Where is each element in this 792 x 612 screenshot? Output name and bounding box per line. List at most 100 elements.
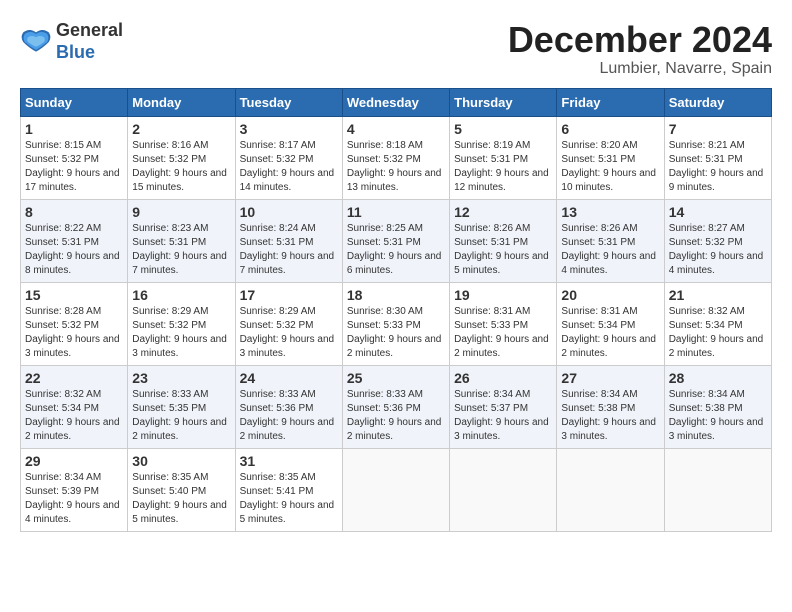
calendar-day-cell: 17 Sunrise: 8:29 AMSunset: 5:32 PMDayligh… <box>235 282 342 365</box>
day-info: Sunrise: 8:23 AMSunset: 5:31 PMDaylight:… <box>132 222 230 278</box>
day-info: Sunrise: 8:21 AMSunset: 5:31 PMDaylight:… <box>669 139 767 195</box>
day-number: 9 <box>132 204 230 220</box>
day-info: Sunrise: 8:28 AMSunset: 5:32 PMDaylight:… <box>25 305 123 361</box>
day-info: Sunrise: 8:32 AMSunset: 5:34 PMDaylight:… <box>25 388 123 444</box>
calendar-day-cell: 25 Sunrise: 8:33 AMSunset: 5:36 PMDayligh… <box>342 365 449 448</box>
calendar-day-cell: 12 Sunrise: 8:26 AMSunset: 5:31 PMDayligh… <box>450 199 557 282</box>
day-number: 30 <box>132 453 230 469</box>
calendar-day-cell: 8 Sunrise: 8:22 AMSunset: 5:31 PMDaylight… <box>21 199 128 282</box>
calendar-day-cell <box>664 448 771 531</box>
month-title: December 2024 <box>508 20 772 60</box>
day-info: Sunrise: 8:27 AMSunset: 5:32 PMDaylight:… <box>669 222 767 278</box>
day-number: 31 <box>240 453 338 469</box>
day-info: Sunrise: 8:35 AMSunset: 5:40 PMDaylight:… <box>132 471 230 527</box>
logo: General Blue <box>20 20 123 63</box>
weekday-header: Monday <box>128 88 235 116</box>
day-info: Sunrise: 8:34 AMSunset: 5:37 PMDaylight:… <box>454 388 552 444</box>
day-info: Sunrise: 8:26 AMSunset: 5:31 PMDaylight:… <box>454 222 552 278</box>
day-number: 23 <box>132 370 230 386</box>
day-number: 25 <box>347 370 445 386</box>
day-info: Sunrise: 8:34 AMSunset: 5:39 PMDaylight:… <box>25 471 123 527</box>
day-number: 20 <box>561 287 659 303</box>
day-info: Sunrise: 8:26 AMSunset: 5:31 PMDaylight:… <box>561 222 659 278</box>
calendar-day-cell <box>557 448 664 531</box>
day-number: 16 <box>132 287 230 303</box>
calendar-day-cell: 29 Sunrise: 8:34 AMSunset: 5:39 PMDayligh… <box>21 448 128 531</box>
day-info: Sunrise: 8:18 AMSunset: 5:32 PMDaylight:… <box>347 139 445 195</box>
calendar-day-cell: 1Sunrise: 8:15 AMSunset: 5:32 PMDaylight… <box>21 116 128 199</box>
calendar-day-cell: 31Sunrise: 8:35 AMSunset: 5:41 PMDayligh… <box>235 448 342 531</box>
day-info: Sunrise: 8:31 AMSunset: 5:33 PMDaylight:… <box>454 305 552 361</box>
calendar-day-cell: 23Sunrise: 8:33 AMSunset: 5:35 PMDayligh… <box>128 365 235 448</box>
day-number: 15 <box>25 287 123 303</box>
calendar-day-cell: 15 Sunrise: 8:28 AMSunset: 5:32 PMDayligh… <box>21 282 128 365</box>
calendar-day-cell: 26 Sunrise: 8:34 AMSunset: 5:37 PMDayligh… <box>450 365 557 448</box>
day-number: 5 <box>454 121 552 137</box>
day-info: Sunrise: 8:17 AMSunset: 5:32 PMDaylight:… <box>240 139 338 195</box>
calendar-day-cell: 24Sunrise: 8:33 AMSunset: 5:36 PMDayligh… <box>235 365 342 448</box>
day-number: 13 <box>561 204 659 220</box>
calendar-day-cell: 27 Sunrise: 8:34 AMSunset: 5:38 PMDayligh… <box>557 365 664 448</box>
day-info: Sunrise: 8:33 AMSunset: 5:36 PMDaylight:… <box>240 388 338 444</box>
calendar-week-row: 29 Sunrise: 8:34 AMSunset: 5:39 PMDayligh… <box>21 448 772 531</box>
calendar-week-row: 1Sunrise: 8:15 AMSunset: 5:32 PMDaylight… <box>21 116 772 199</box>
day-number: 27 <box>561 370 659 386</box>
weekday-header: Sunday <box>21 88 128 116</box>
day-number: 28 <box>669 370 767 386</box>
day-info: Sunrise: 8:16 AMSunset: 5:32 PMDaylight:… <box>132 139 230 195</box>
calendar-day-cell: 10 Sunrise: 8:24 AMSunset: 5:31 PMDayligh… <box>235 199 342 282</box>
day-number: 26 <box>454 370 552 386</box>
day-number: 11 <box>347 204 445 220</box>
day-info: Sunrise: 8:29 AMSunset: 5:32 PMDaylight:… <box>132 305 230 361</box>
calendar-header-row: SundayMondayTuesdayWednesdayThursdayFrid… <box>21 88 772 116</box>
calendar-day-cell: 11 Sunrise: 8:25 AMSunset: 5:31 PMDayligh… <box>342 199 449 282</box>
calendar-day-cell: 9 Sunrise: 8:23 AMSunset: 5:31 PMDaylight… <box>128 199 235 282</box>
day-number: 3 <box>240 121 338 137</box>
calendar-day-cell: 6Sunrise: 8:20 AMSunset: 5:31 PMDaylight… <box>557 116 664 199</box>
calendar-day-cell: 19 Sunrise: 8:31 AMSunset: 5:33 PMDayligh… <box>450 282 557 365</box>
day-info: Sunrise: 8:22 AMSunset: 5:31 PMDaylight:… <box>25 222 123 278</box>
location: Lumbier, Navarre, Spain <box>508 60 772 78</box>
day-info: Sunrise: 8:34 AMSunset: 5:38 PMDaylight:… <box>561 388 659 444</box>
day-number: 14 <box>669 204 767 220</box>
day-info: Sunrise: 8:29 AMSunset: 5:32 PMDaylight:… <box>240 305 338 361</box>
weekday-header: Wednesday <box>342 88 449 116</box>
day-info: Sunrise: 8:32 AMSunset: 5:34 PMDaylight:… <box>669 305 767 361</box>
weekday-header: Saturday <box>664 88 771 116</box>
calendar-table: SundayMondayTuesdayWednesdayThursdayFrid… <box>20 88 772 532</box>
calendar-day-cell: 16 Sunrise: 8:29 AMSunset: 5:32 PMDayligh… <box>128 282 235 365</box>
calendar-day-cell: 4Sunrise: 8:18 AMSunset: 5:32 PMDaylight… <box>342 116 449 199</box>
weekday-header: Tuesday <box>235 88 342 116</box>
day-info: Sunrise: 8:31 AMSunset: 5:34 PMDaylight:… <box>561 305 659 361</box>
day-number: 19 <box>454 287 552 303</box>
day-info: Sunrise: 8:19 AMSunset: 5:31 PMDaylight:… <box>454 139 552 195</box>
day-info: Sunrise: 8:15 AMSunset: 5:32 PMDaylight:… <box>25 139 123 195</box>
day-info: Sunrise: 8:24 AMSunset: 5:31 PMDaylight:… <box>240 222 338 278</box>
day-number: 2 <box>132 121 230 137</box>
day-info: Sunrise: 8:34 AMSunset: 5:38 PMDaylight:… <box>669 388 767 444</box>
calendar-week-row: 22Sunrise: 8:32 AMSunset: 5:34 PMDayligh… <box>21 365 772 448</box>
day-number: 29 <box>25 453 123 469</box>
day-number: 10 <box>240 204 338 220</box>
calendar-week-row: 15 Sunrise: 8:28 AMSunset: 5:32 PMDayligh… <box>21 282 772 365</box>
title-block: December 2024 Lumbier, Navarre, Spain <box>508 20 772 78</box>
day-number: 8 <box>25 204 123 220</box>
calendar-day-cell: 3 Sunrise: 8:17 AMSunset: 5:32 PMDaylight… <box>235 116 342 199</box>
day-info: Sunrise: 8:25 AMSunset: 5:31 PMDaylight:… <box>347 222 445 278</box>
day-info: Sunrise: 8:33 AMSunset: 5:36 PMDaylight:… <box>347 388 445 444</box>
day-number: 21 <box>669 287 767 303</box>
day-number: 12 <box>454 204 552 220</box>
day-number: 18 <box>347 287 445 303</box>
calendar-day-cell: 5 Sunrise: 8:19 AMSunset: 5:31 PMDaylight… <box>450 116 557 199</box>
weekday-header: Thursday <box>450 88 557 116</box>
logo-text: General Blue <box>56 20 123 63</box>
calendar-day-cell: 14 Sunrise: 8:27 AMSunset: 5:32 PMDayligh… <box>664 199 771 282</box>
page-header: General Blue December 2024 Lumbier, Nava… <box>20 20 772 78</box>
day-number: 17 <box>240 287 338 303</box>
calendar-day-cell <box>450 448 557 531</box>
calendar-day-cell: 22Sunrise: 8:32 AMSunset: 5:34 PMDayligh… <box>21 365 128 448</box>
day-number: 7 <box>669 121 767 137</box>
day-info: Sunrise: 8:20 AMSunset: 5:31 PMDaylight:… <box>561 139 659 195</box>
calendar-day-cell: 13 Sunrise: 8:26 AMSunset: 5:31 PMDayligh… <box>557 199 664 282</box>
calendar-day-cell: 7 Sunrise: 8:21 AMSunset: 5:31 PMDaylight… <box>664 116 771 199</box>
